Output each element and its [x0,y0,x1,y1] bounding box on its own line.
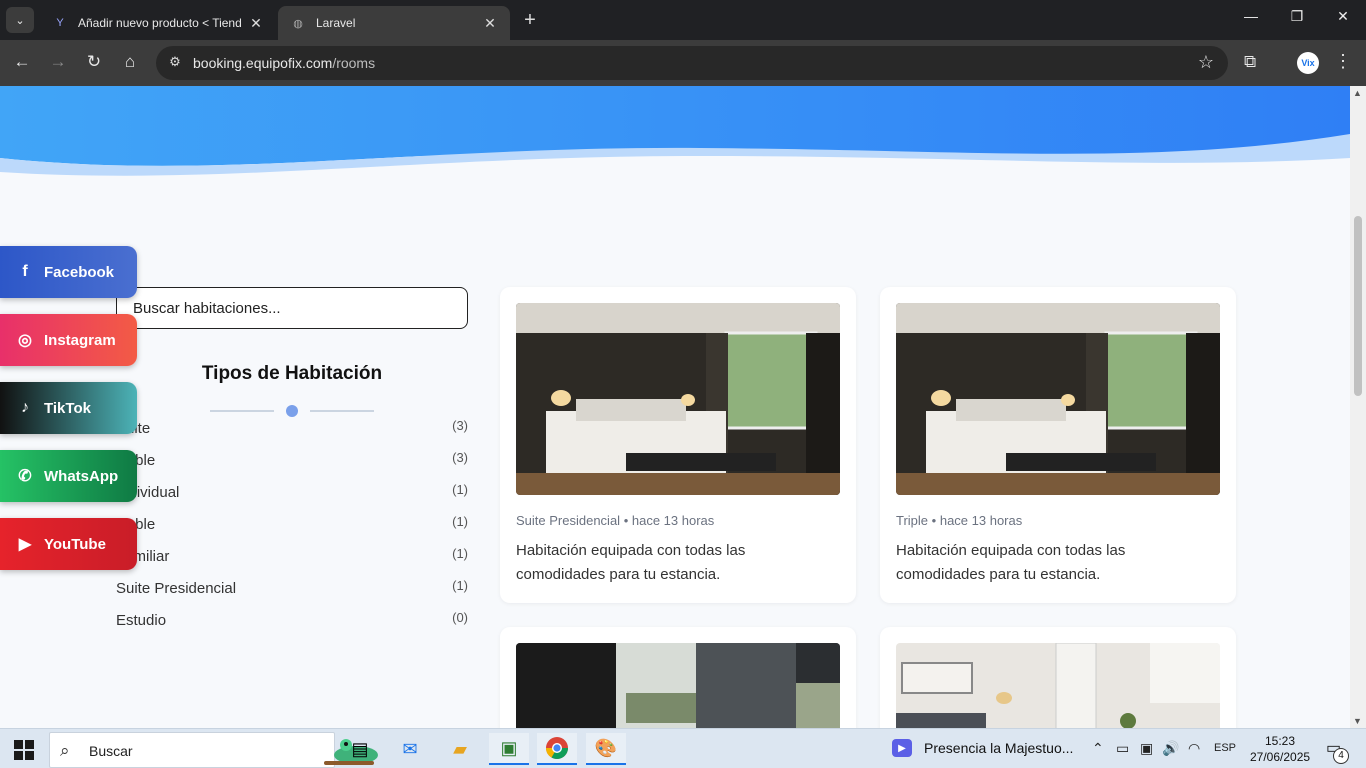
meet-now-icon[interactable]: ▣ [1140,740,1153,757]
taskbar-clock[interactable]: 15:23 27/06/2025 [1250,733,1310,765]
instagram-icon: ◎ [18,332,32,349]
whatsapp-icon: ✆ [18,468,32,485]
browser-tab-bar: ⌄ Y Añadir nuevo producto < Tiend ✕ ◍ La… [0,0,1366,40]
room-photo [516,303,840,495]
room-type-count: (1) [452,546,468,561]
room-card[interactable]: Suite Presidencial • hace 13 horas Habit… [500,287,856,603]
room-photo [896,303,1220,495]
room-photo [896,643,1220,728]
room-type-count: (1) [452,578,468,593]
room-description: Habitación equipada con todas las comodi… [516,542,746,583]
tiktok-button[interactable]: ♪ TikTok [0,382,137,434]
room-type-item[interactable]: Estudio (0) [116,610,468,634]
room-meta: Triple • hace 13 horas [896,513,1023,528]
home-icon[interactable]: ⌂ [118,52,142,74]
room-photo [516,643,840,728]
woocommerce-favicon-icon: Y [56,17,64,29]
youtube-icon: ▶ [18,536,32,553]
room-type-count: (3) [452,450,468,465]
site-settings-icon[interactable]: ⚙ [166,54,184,72]
scrollbar-thumb[interactable] [1354,216,1362,396]
browser-toolbar: ← → ↻ ⌂ ⚙ booking.equipofix.com/rooms ☆ … [0,40,1366,86]
mail-icon[interactable]: ✉ [390,733,430,765]
address-bar[interactable]: ⚙ booking.equipofix.com/rooms ☆ [156,46,1228,80]
notification-count-badge: 4 [1333,748,1349,764]
hero-wave-banner [0,86,1350,176]
heading-divider [210,404,374,418]
room-type-item[interactable]: Suite(3) [116,418,468,442]
page-scrollbar[interactable]: ▲ ▼ [1350,86,1366,728]
search-icon: ⌕ [60,741,70,760]
close-window-button[interactable]: ✕ [1320,8,1366,25]
task-view-icon[interactable]: ▤ [340,733,380,765]
tray-chevron-up-icon[interactable]: ⌃ [1092,740,1104,757]
new-tab-button[interactable]: + [518,9,542,32]
profile-avatar[interactable]: Vix [1297,52,1319,74]
forward-icon[interactable]: → [46,52,70,74]
bookmark-star-icon[interactable]: ☆ [1198,52,1214,73]
battery-icon[interactable]: ▭ [1116,740,1129,757]
media-widget[interactable]: ▶ Presencia la Majestuo... [892,739,1073,757]
room-type-count: (1) [452,482,468,497]
windows-start-icon[interactable] [14,740,34,760]
chrome-icon[interactable] [537,733,577,765]
tab-label: Añadir nuevo producto < Tiend [78,16,242,30]
room-type-item[interactable]: Doble(3) [116,450,468,474]
room-type-count: (1) [452,514,468,529]
reload-icon[interactable]: ↻ [82,52,106,74]
room-description: Habitación equipada con todas las comodi… [896,542,1126,583]
room-type-count: (3) [452,418,468,433]
back-icon[interactable]: ← [10,52,34,74]
tab-close-icon[interactable]: ✕ [248,15,264,32]
wifi-icon[interactable]: ◠ [1188,740,1200,757]
more-menu-icon[interactable]: ⋮ [1334,51,1352,72]
language-indicator[interactable]: ESP [1214,742,1236,754]
room-card[interactable] [500,627,856,728]
windows-taskbar: ⌕ Buscar ▤ ✉ ▰ ▣ 🎨 ▶ Presencia la Majest… [0,728,1366,768]
tab-add-product[interactable]: Y Añadir nuevo producto < Tiend ✕ [40,6,276,40]
scroll-up-icon[interactable]: ▲ [1353,88,1362,98]
room-card[interactable] [880,627,1236,728]
media-play-icon: ▶ [892,739,912,757]
volume-icon[interactable]: 🔊 [1162,740,1179,757]
extensions-icon[interactable]: ⧉ [1244,52,1256,72]
page-content: Buscar habitaciones... Tipos de Habitaci… [0,86,1350,728]
minimize-button[interactable]: — [1228,8,1274,24]
scroll-down-icon[interactable]: ▼ [1353,716,1362,726]
facebook-icon: f [22,263,28,280]
room-types-heading: Tipos de Habitación [201,363,383,384]
paint-icon[interactable]: 🎨 [586,733,626,765]
taskbar-search-box[interactable]: ⌕ Buscar [49,732,378,768]
tab-search-button[interactable]: ⌄ [6,7,34,33]
url-text[interactable]: booking.equipofix.com/rooms [193,55,375,71]
facebook-button[interactable]: f Facebook [0,246,137,298]
room-type-item[interactable]: Suite Presidencial (1) [116,578,468,602]
app-icon[interactable]: ▣ [489,733,529,765]
file-explorer-icon[interactable]: ▰ [440,733,480,765]
room-card[interactable]: Triple • hace 13 horas Habitación equipa… [880,287,1236,603]
chevron-down-icon: ⌄ [15,14,25,27]
room-search-input[interactable]: Buscar habitaciones... [116,287,468,329]
room-type-item[interactable]: Familiar (1) [116,546,468,570]
tab-laravel[interactable]: ◍ Laravel ✕ [278,6,510,40]
room-meta: Suite Presidencial • hace 13 horas [516,513,715,528]
tab-label: Laravel [316,16,356,30]
room-type-count: (0) [452,610,468,625]
tiktok-icon: ♪ [21,399,29,416]
whatsapp-button[interactable]: ✆ WhatsApp [0,450,137,502]
divider-dot-icon [286,405,298,417]
globe-icon: ◍ [293,17,303,30]
room-type-item[interactable]: Doble(1) [116,514,468,538]
youtube-button[interactable]: ▶ YouTube [0,518,137,570]
tab-close-icon[interactable]: ✕ [482,15,498,32]
instagram-button[interactable]: ◎ Instagram [0,314,137,366]
restore-button[interactable]: ❐ [1274,8,1320,25]
room-type-item[interactable]: Individual (1) [116,482,468,506]
